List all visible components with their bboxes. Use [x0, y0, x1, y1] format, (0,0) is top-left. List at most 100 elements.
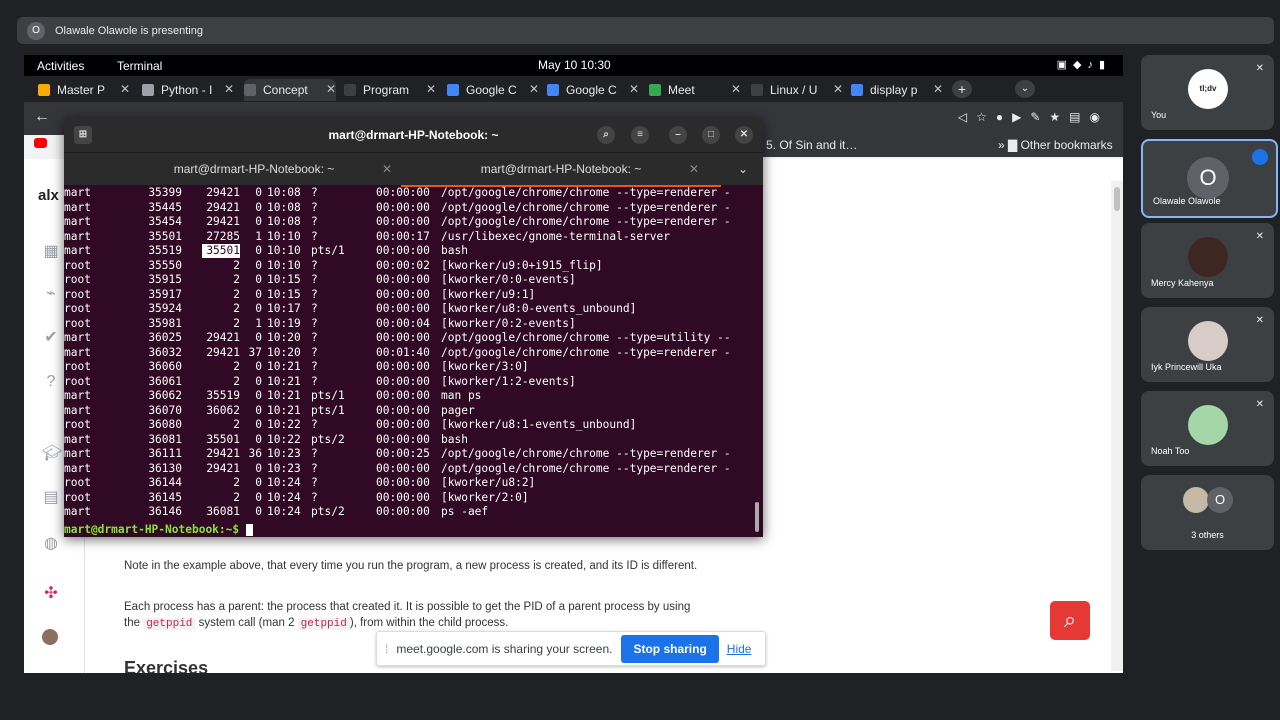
tabs-dropdown-icon[interactable]: ⌄ [728, 153, 758, 185]
close-tab-icon[interactable]: ✕ [731, 82, 741, 96]
hide-link[interactable]: Hide [727, 642, 752, 656]
menu-icon[interactable]: ≡ [631, 126, 649, 144]
back-arrow-icon[interactable]: ← [34, 108, 50, 126]
process-cmd: bash [441, 244, 468, 257]
process-time: 00:00:00 [376, 461, 430, 475]
close-icon[interactable]: ✕ [735, 126, 753, 144]
process-pid: 35519 [148, 244, 182, 257]
process-c: 0 [255, 215, 262, 228]
participant-tile-you[interactable]: tl;dv ✕ You [1141, 55, 1274, 130]
browser-tab[interactable]: Master P ✕ [38, 79, 130, 101]
alx-logo[interactable]: alx [38, 187, 59, 204]
document-icon[interactable]: ▤ [42, 489, 60, 507]
close-tab-icon[interactable]: ✕ [629, 82, 639, 96]
search-icon[interactable]: ⌕ [1050, 601, 1090, 640]
close-tab-icon[interactable]: ✕ [120, 82, 130, 96]
close-tab-icon[interactable]: ✕ [224, 82, 234, 96]
terminal-tab-2[interactable]: mart@drmart-HP-Notebook: ~ ✕ [401, 153, 721, 187]
process-cmd: [kworker/u9:0+i915_flip] [441, 258, 603, 272]
scrollbar-thumb[interactable] [1114, 187, 1120, 211]
process-row: root 36145 2 0 10:24? 00:00:00 [kworker/2:0] [64, 491, 763, 505]
system-tray-icons[interactable]: ▣◆♪▮ [1057, 58, 1111, 71]
participant-tile-iyk[interactable]: ✕ Iyk Princewill Uka [1141, 307, 1274, 382]
browser-tab[interactable]: Google C ✕ [447, 79, 539, 101]
browser-tab[interactable]: display p ✕ [851, 79, 943, 101]
terminal-tab-1[interactable]: mart@drmart-HP-Notebook: ~ ✕ [94, 153, 414, 185]
close-tab-icon[interactable]: ✕ [529, 82, 539, 96]
process-tty: ? [311, 461, 318, 475]
terminal-app-menu[interactable]: Terminal [117, 59, 162, 73]
browser-tab[interactable]: Meet ✕ [649, 79, 741, 101]
browser-tab[interactable]: Concept ✕ [244, 79, 336, 101]
youtube-bookmark-icon[interactable] [34, 138, 47, 148]
user-avatar[interactable] [42, 629, 58, 645]
drag-handle-icon[interactable]: ⁞ [385, 642, 388, 656]
browser-tab[interactable]: Python - I ✕ [142, 79, 234, 101]
check-icon[interactable]: ✔ [42, 329, 60, 347]
search-icon[interactable]: ⌕ [597, 126, 615, 144]
process-c: 0 [255, 490, 262, 504]
mic-off-icon: ✕ [1255, 315, 1264, 326]
minimize-icon[interactable]: – [669, 126, 687, 144]
process-row: root 35981 2 1 10:19? 00:00:04 [kworker/0:2-ev… [64, 317, 763, 331]
process-c: 0 [255, 505, 262, 518]
stop-sharing-button[interactable]: Stop sharing [621, 634, 719, 663]
participant-tile-olawale[interactable]: O Olawale Olawole [1141, 139, 1278, 218]
chat-icon[interactable]: ◍ [42, 535, 60, 553]
clock[interactable]: May 10 10:30 [538, 58, 611, 72]
project-icon[interactable]: ⌁ [42, 285, 60, 303]
help-icon[interactable]: ? [42, 373, 60, 391]
process-pid: 35915 [148, 273, 182, 286]
process-tty: pts/2 [311, 432, 345, 446]
process-ppid: 35519 [206, 389, 240, 402]
prompt-text: mart@drmart-HP-Notebook:~$ [64, 523, 246, 536]
process-tty: ? [311, 374, 318, 388]
close-tab-icon[interactable]: ✕ [833, 82, 843, 96]
participant-tile-noah[interactable]: ✕ Noah Too [1141, 391, 1274, 466]
browser-tab[interactable]: Linux / U ✕ [751, 79, 843, 101]
slack-icon[interactable]: ✣ [42, 585, 60, 603]
tldv-avatar: tl;dv [1188, 69, 1228, 109]
browser-tab[interactable]: Program ✕ [344, 79, 436, 101]
toolbar-extension-icons[interactable]: ◁☆●▶✎★▤◉ [958, 110, 1109, 124]
process-row: mart 36025 29421 0 10:20? 00:00:00/opt/google… [64, 331, 763, 345]
other-bookmarks[interactable]: » ▇ Other bookmarks [998, 138, 1113, 152]
process-c: 0 [255, 360, 262, 373]
close-tab-icon[interactable]: ✕ [933, 82, 943, 96]
process-cmd: [kworker/u9:1] [441, 287, 536, 301]
maximize-icon[interactable]: □ [702, 126, 720, 144]
tab-favicon-icon [447, 84, 459, 96]
terminal-output[interactable]: mart 35399 29421 0 10:08? 00:00:00/opt/google… [64, 186, 763, 537]
process-ppid: 35501 [206, 432, 240, 446]
process-time: 00:00:00 [376, 287, 430, 301]
close-tab-icon[interactable]: ✕ [382, 153, 392, 185]
browser-tab[interactable]: Google C ✕ [547, 79, 639, 101]
process-cmd: /opt/google/chrome/chrome --type=rendere… [441, 186, 731, 199]
process-cmd: [kworker/0:0-events] [441, 273, 576, 286]
tab-search-icon[interactable]: ⌄ [1015, 80, 1035, 98]
process-row: mart 36062 35519 0 10:21 pts/1 00:00:00 man ps [64, 389, 763, 403]
process-row: root 36060 2 0 10:21? 00:00:00 [kworker/3:0] [64, 360, 763, 374]
close-tab-icon[interactable]: ✕ [326, 82, 336, 96]
activities-button[interactable]: Activities [37, 59, 84, 73]
process-row: mart 36070 36062 0 10:21 pts/1 00:00:00 pager [64, 404, 763, 418]
bookmark-item[interactable]: 5. Of Sin and it… [766, 138, 857, 152]
process-cmd: /opt/google/chrome/chrome --type=rendere… [441, 215, 731, 228]
terminal-scrollbar[interactable] [755, 502, 759, 532]
process-c: 1 [255, 316, 262, 330]
process-time: 00:00:25 [376, 447, 430, 460]
close-tab-icon[interactable]: ✕ [426, 82, 436, 96]
process-time: 00:00:00 [376, 331, 430, 344]
code-getppid: getppid [143, 618, 196, 630]
graduation-icon[interactable]: 🎓︎ [42, 445, 62, 463]
process-row: mart 36081 35501 0 10:22 pts/2 00:00:00 bash [64, 433, 763, 447]
close-tab-icon[interactable]: ✕ [689, 153, 699, 185]
participant-tile-others[interactable]: O 3 others [1141, 475, 1274, 550]
participant-tile-mercy[interactable]: ✕ Mercy Kahenya [1141, 223, 1274, 298]
shell-prompt[interactable]: mart@drmart-HP-Notebook:~$ [64, 523, 253, 537]
calendar-icon[interactable]: ▦ [42, 243, 60, 261]
process-ppid: 29421 [206, 215, 240, 228]
new-tab-button[interactable]: + [952, 80, 972, 98]
process-pid: 36080 [148, 418, 182, 431]
page-scrollbar[interactable] [1111, 181, 1123, 671]
